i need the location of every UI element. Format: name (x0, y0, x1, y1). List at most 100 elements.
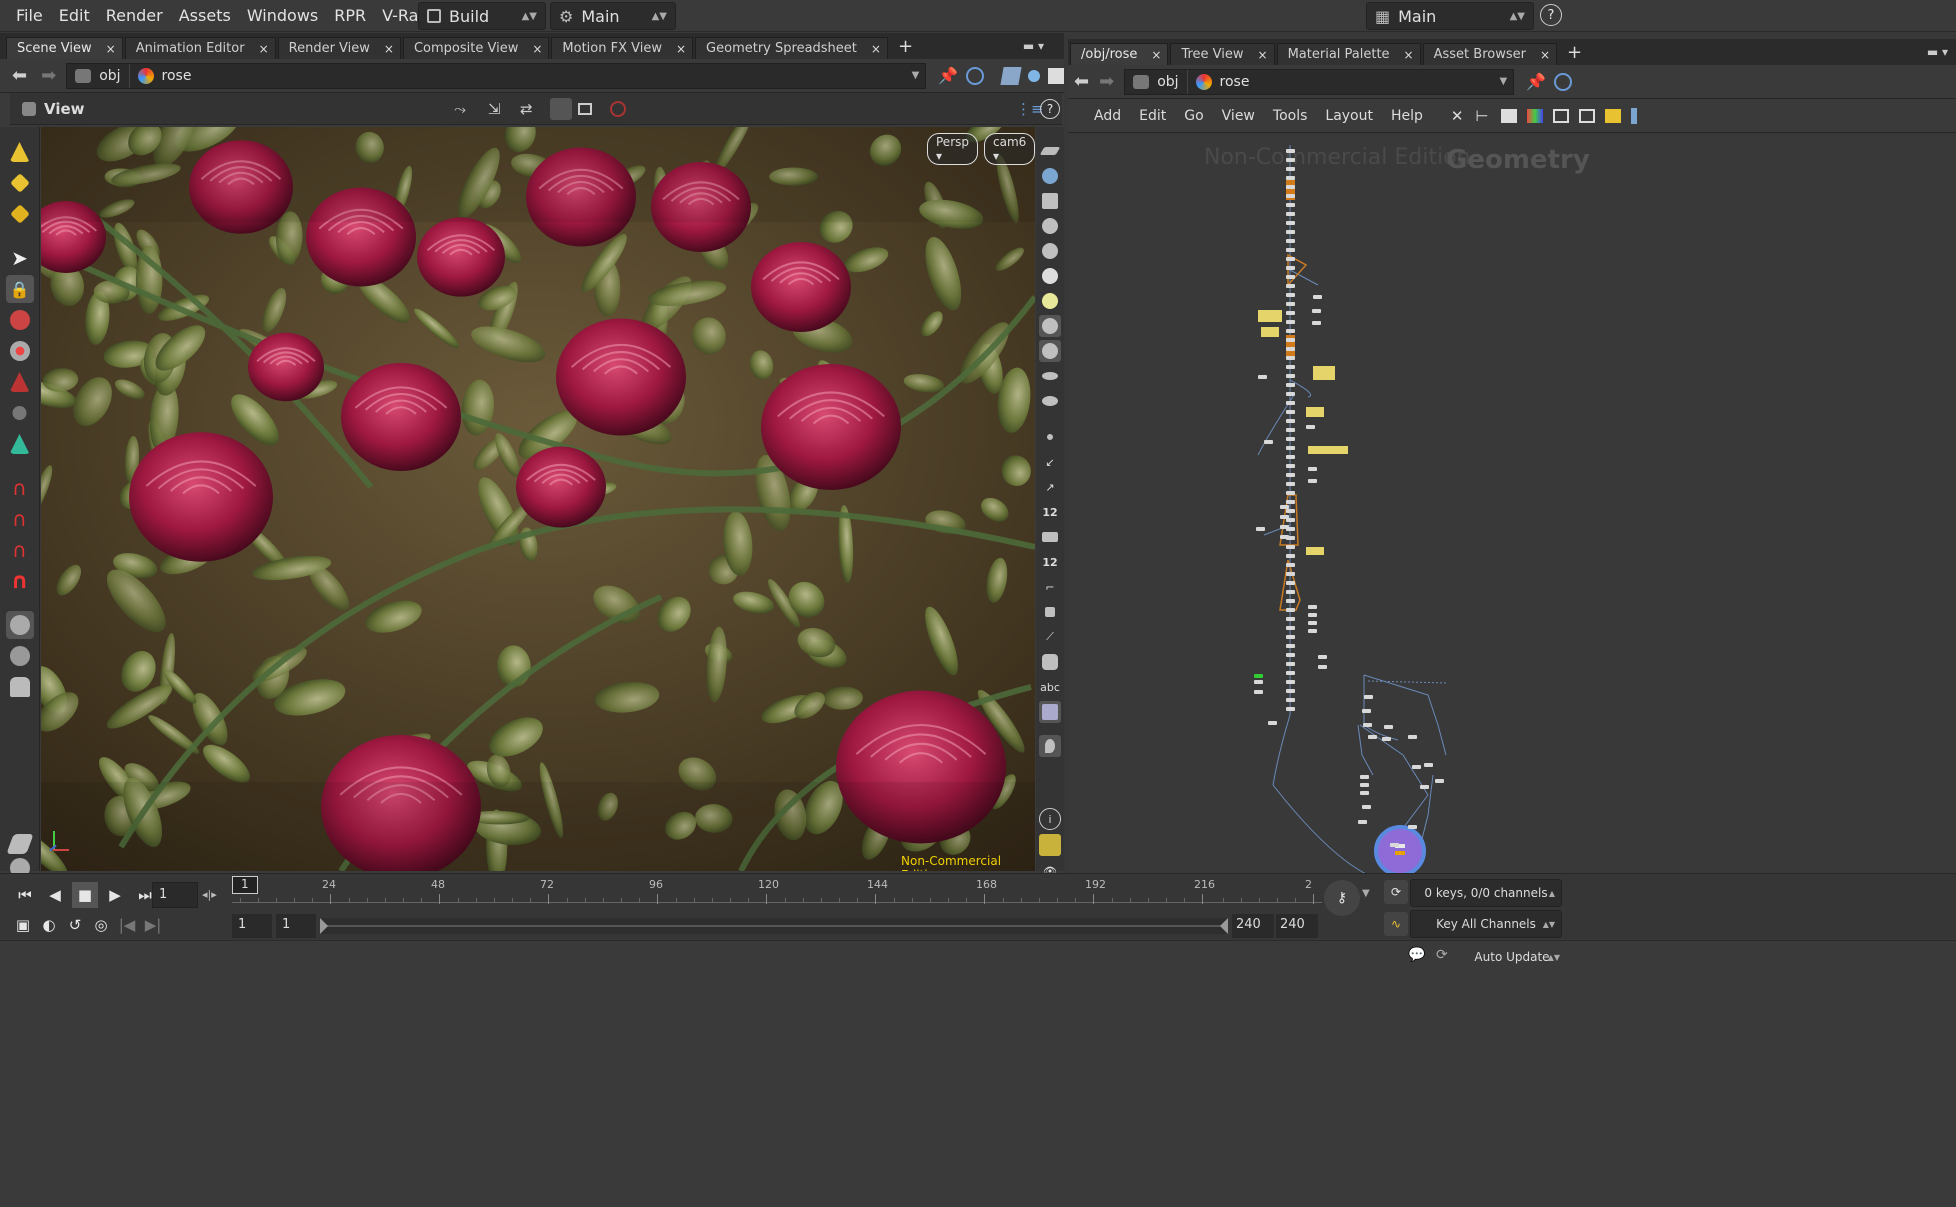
back-arrow-icon[interactable]: ⬅ (12, 65, 27, 86)
pin-icon[interactable]: 📌 (1526, 72, 1546, 91)
network-node[interactable] (1308, 621, 1317, 625)
range-start-field[interactable]: 1 (232, 914, 272, 938)
network-node[interactable] (1254, 680, 1263, 684)
desktop-build-select[interactable]: Build ▲▼ (418, 2, 546, 30)
pose-tool-icon[interactable] (6, 399, 34, 427)
overflow-icon[interactable] (1630, 107, 1637, 124)
pin-icon[interactable]: 📌 (938, 66, 958, 85)
network-node[interactable] (1408, 735, 1417, 739)
rotate-tool-icon[interactable] (6, 337, 34, 365)
network-menu-help[interactable]: Help (1391, 108, 1423, 124)
forward-arrow-icon[interactable]: ➡ (1099, 71, 1114, 92)
chevron-down-icon[interactable]: ▼ (1362, 888, 1370, 899)
path-obj-segment[interactable]: obj (67, 64, 128, 88)
network-node[interactable] (1286, 356, 1295, 360)
camera-menu[interactable]: cam6 ▾ (984, 133, 1035, 165)
transform-display-icon[interactable] (1039, 601, 1061, 623)
back-arrow-icon[interactable]: ⬅ (1074, 71, 1089, 92)
current-frame-field[interactable]: 1 (152, 882, 198, 908)
add-tab-icon[interactable]: + (898, 36, 913, 57)
close-icon[interactable]: × (1258, 48, 1268, 62)
network-node[interactable] (1286, 257, 1295, 261)
select-mode-icon[interactable]: ⤳ (454, 100, 466, 118)
network-node[interactable] (1412, 765, 1421, 769)
network-node[interactable] (1286, 680, 1295, 684)
network-node[interactable] (1286, 221, 1295, 225)
background-image-icon[interactable] (1039, 701, 1061, 723)
network-node[interactable] (1312, 309, 1321, 313)
tree-icon[interactable]: ⊢ (1475, 107, 1488, 125)
tab-motion-fx-view[interactable]: Motion FX View × (551, 37, 694, 59)
network-node[interactable] (1286, 437, 1295, 441)
network-node[interactable] (1382, 737, 1391, 741)
network-node[interactable] (1264, 440, 1273, 444)
network-node[interactable] (1358, 820, 1367, 824)
tab-obj-rose[interactable]: /obj/rose × (1070, 43, 1169, 65)
network-node[interactable] (1286, 572, 1295, 576)
add-tab-icon[interactable]: + (1567, 42, 1582, 63)
network-node[interactable] (1286, 671, 1295, 675)
network-node[interactable] (1286, 581, 1295, 585)
network-node[interactable] (1286, 590, 1295, 594)
network-node[interactable] (1286, 266, 1295, 270)
network-node[interactable] (1286, 149, 1295, 153)
ghost-icon[interactable] (1039, 165, 1061, 187)
network-node[interactable] (1256, 527, 1265, 531)
network-node[interactable] (1286, 203, 1295, 207)
close-icon[interactable]: × (1151, 48, 1161, 62)
tab-animation-editor[interactable]: Animation Editor × (124, 37, 276, 59)
network-menu-layout[interactable]: Layout (1325, 108, 1373, 124)
edge-display-icon[interactable]: ⟋ (1039, 626, 1061, 648)
network-node[interactable] (1286, 509, 1295, 513)
network-node[interactable] (1280, 525, 1289, 529)
network-node[interactable] (1286, 617, 1295, 621)
network-node[interactable] (1362, 709, 1371, 713)
uv-display-icon[interactable]: ⌐ (1039, 576, 1061, 598)
list-view-icon[interactable] (1500, 108, 1517, 123)
maximize-icon[interactable] (1048, 67, 1064, 84)
network-node[interactable] (1318, 655, 1327, 659)
current-frame-marker[interactable]: 1 (232, 876, 258, 894)
network-node[interactable] (1286, 491, 1295, 495)
network-node[interactable] (1286, 428, 1295, 432)
tab-geometry-spreadsheet[interactable]: Geometry Spreadsheet × (695, 37, 888, 59)
path-rose-segment[interactable]: rose (128, 63, 200, 88)
key-icon[interactable]: ⚷ (1324, 880, 1360, 916)
no-entry-icon[interactable] (610, 100, 626, 117)
range-start-handle[interactable] (320, 918, 328, 934)
play-icon[interactable]: ▶ (102, 882, 128, 908)
network-node[interactable] (1286, 158, 1295, 162)
network-node[interactable] (1286, 446, 1295, 450)
projection-menu[interactable]: Persp ▾ (927, 133, 978, 165)
refresh-icon[interactable]: ⟳ (1436, 947, 1448, 963)
close-icon[interactable]: × (871, 42, 881, 56)
auto-update-select[interactable]: Auto Update ▲▼ (1460, 945, 1564, 969)
network-node[interactable] (1286, 248, 1295, 252)
grid-layout-icon[interactable] (1039, 834, 1061, 856)
network-node[interactable] (1286, 194, 1295, 198)
snapshot-icon[interactable] (1578, 108, 1595, 123)
network-node[interactable] (1286, 302, 1295, 306)
network-node[interactable] (1258, 375, 1267, 379)
network-node[interactable] (1286, 365, 1295, 369)
network-node[interactable] (1286, 347, 1295, 351)
network-node[interactable] (1318, 665, 1327, 669)
play-reverse-icon[interactable]: ◀ (42, 882, 68, 908)
network-node[interactable] (1424, 763, 1433, 767)
pane-menu-icon[interactable]: ▬ ▾ (1023, 39, 1044, 53)
template-icon[interactable] (1039, 390, 1061, 412)
network-node[interactable] (1384, 725, 1393, 729)
range-end2-field[interactable]: 240 (1276, 914, 1318, 938)
node-graph[interactable] (1068, 135, 1956, 873)
shading-icon[interactable] (1039, 240, 1061, 262)
right-path-field[interactable]: obj rose ▼ (1124, 68, 1515, 95)
network-editor[interactable]: Non-Commercial Edition Geometry (1068, 135, 1956, 873)
layers-toggle-icon[interactable] (1039, 140, 1061, 162)
pane-menu-icon[interactable]: ▬ ▾ (1927, 45, 1948, 59)
network-node[interactable] (1313, 295, 1322, 299)
menu-file[interactable]: File (8, 6, 51, 25)
network-node[interactable] (1286, 599, 1295, 603)
flipbook-icon[interactable] (6, 673, 34, 701)
sticky-note-icon[interactable] (1604, 108, 1621, 123)
network-node[interactable] (1268, 721, 1277, 725)
